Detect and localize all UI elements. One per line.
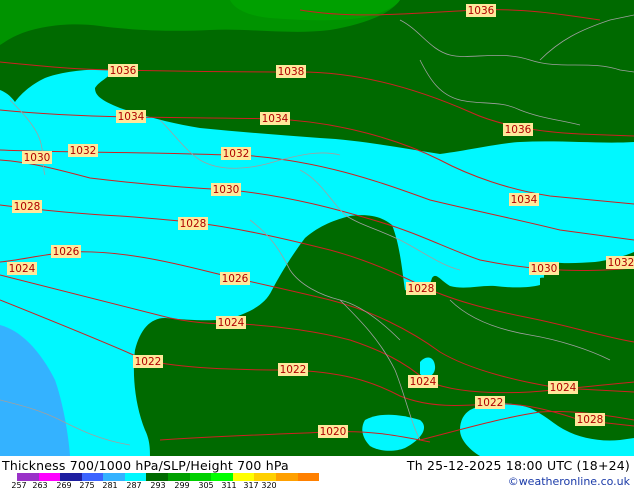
legend-tick: 299 <box>174 481 190 490</box>
legend-swatch <box>275 473 298 481</box>
isobar-label: 1024 <box>7 262 37 275</box>
isobar-label: 1036 <box>503 123 533 136</box>
legend-tick: 257 <box>11 481 27 490</box>
legend-swatch <box>189 473 212 481</box>
svg-text:1024: 1024 <box>9 263 36 275</box>
svg-text:1022: 1022 <box>477 397 504 409</box>
legend-tick: 287 <box>126 481 142 490</box>
weather-map: 1036 1036 1038 1034 1034 1036 1030 1032 … <box>0 0 634 456</box>
legend-tick: 263 <box>32 481 48 490</box>
isobar-label: 1028 <box>178 217 208 230</box>
svg-text:1026: 1026 <box>222 273 249 285</box>
svg-text:1020: 1020 <box>320 426 347 438</box>
isobar-label: 1022 <box>278 363 308 376</box>
isobar-label: 1036 <box>108 64 138 77</box>
legend-swatch <box>17 473 39 481</box>
svg-text:1030: 1030 <box>531 263 558 275</box>
svg-text:1028: 1028 <box>180 218 207 230</box>
legend-tick: 281 <box>102 481 118 490</box>
svg-text:1036: 1036 <box>505 124 532 136</box>
credit-link[interactable]: ©weatheronline.co.uk <box>508 475 630 488</box>
svg-text:1034: 1034 <box>118 111 145 123</box>
legend-swatch <box>232 473 255 481</box>
isobar-label: 1034 <box>260 112 290 125</box>
isobar-label: 1030 <box>211 183 241 196</box>
isobar-label: 1034 <box>509 193 539 206</box>
svg-text:1036: 1036 <box>110 65 137 77</box>
isobar-label: 1026 <box>220 272 250 285</box>
svg-text:1032: 1032 <box>70 145 97 157</box>
legend-swatch <box>60 473 82 481</box>
map-title: Thickness 700/1000 hPa/SLP/Height 700 hP… <box>2 458 289 473</box>
svg-text:1034: 1034 <box>511 194 538 206</box>
footer: Thickness 700/1000 hPa/SLP/Height 700 hP… <box>0 456 634 490</box>
legend-swatch <box>38 473 61 481</box>
svg-text:1024: 1024 <box>550 382 577 394</box>
svg-text:1022: 1022 <box>135 356 162 368</box>
isobar-label: 1024 <box>216 316 246 329</box>
isobar-label: 1032 <box>221 147 251 160</box>
svg-text:1028: 1028 <box>577 414 604 426</box>
isobar-label: 1032 <box>68 144 98 157</box>
legend-tick: 320 <box>261 481 277 490</box>
isobar-label: 1032 <box>606 256 634 269</box>
svg-text:1028: 1028 <box>14 201 41 213</box>
svg-text:1038: 1038 <box>278 66 305 78</box>
isobar-label: 1030 <box>529 262 559 275</box>
legend-tick: 311 <box>221 481 237 490</box>
isobar-label: 1022 <box>475 396 505 409</box>
cyan-lake <box>420 357 436 377</box>
svg-text:1034: 1034 <box>262 113 289 125</box>
legend-swatch <box>124 473 147 481</box>
color-legend-ticks: 257 263 269 275 281 287 293 299 305 311 317 320 <box>4 481 334 490</box>
svg-text:1030: 1030 <box>213 184 240 196</box>
isobar-label: 1026 <box>51 245 81 258</box>
isobar-label: 1034 <box>116 110 146 123</box>
legend-tick: 293 <box>150 481 166 490</box>
isobar-label: 1024 <box>548 381 578 394</box>
isobar-label: 1024 <box>408 375 438 388</box>
isobar-label: 1036 <box>466 4 496 17</box>
svg-text:1028: 1028 <box>408 283 435 295</box>
legend-swatch <box>211 473 233 481</box>
svg-text:1032: 1032 <box>223 148 250 160</box>
svg-text:1022: 1022 <box>280 364 307 376</box>
isobar-label: 1028 <box>575 413 605 426</box>
svg-text:1032: 1032 <box>608 257 634 269</box>
legend-swatch <box>146 473 169 481</box>
svg-text:1026: 1026 <box>53 246 80 258</box>
isobar-label: 1022 <box>133 355 163 368</box>
valid-time: Th 25-12-2025 18:00 UTC (18+24) <box>406 458 630 473</box>
legend-tick: 275 <box>79 481 95 490</box>
isobar-label: 1020 <box>318 425 348 438</box>
legend-swatch <box>81 473 104 481</box>
isobar-label: 1038 <box>276 65 306 78</box>
isobar-label: 1028 <box>12 200 42 213</box>
svg-text:1024: 1024 <box>410 376 437 388</box>
color-legend <box>17 473 320 481</box>
isobar-label: 1028 <box>406 282 436 295</box>
legend-tick: 269 <box>56 481 72 490</box>
legend-swatch <box>168 473 190 481</box>
legend-swatch <box>254 473 276 481</box>
svg-text:1036: 1036 <box>468 5 495 17</box>
legend-swatch <box>297 473 320 481</box>
legend-swatch <box>103 473 125 481</box>
isobar-label: 1030 <box>22 151 52 164</box>
legend-tick: 317 <box>243 481 259 490</box>
svg-text:1030: 1030 <box>24 152 51 164</box>
legend-tick: 305 <box>198 481 214 490</box>
svg-text:1024: 1024 <box>218 317 245 329</box>
